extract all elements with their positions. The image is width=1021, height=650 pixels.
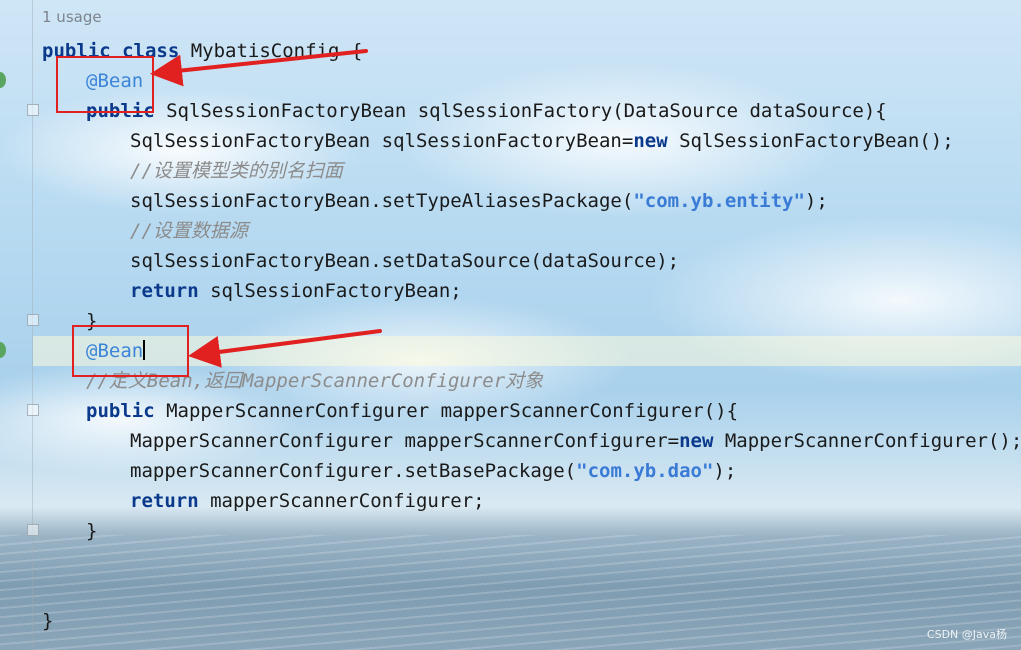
arrow-annotation [150,49,368,87]
watermark: CSDN @Java杨 [926,628,1007,641]
annotation-arrows [150,49,382,368]
arrow-annotation [188,329,382,368]
